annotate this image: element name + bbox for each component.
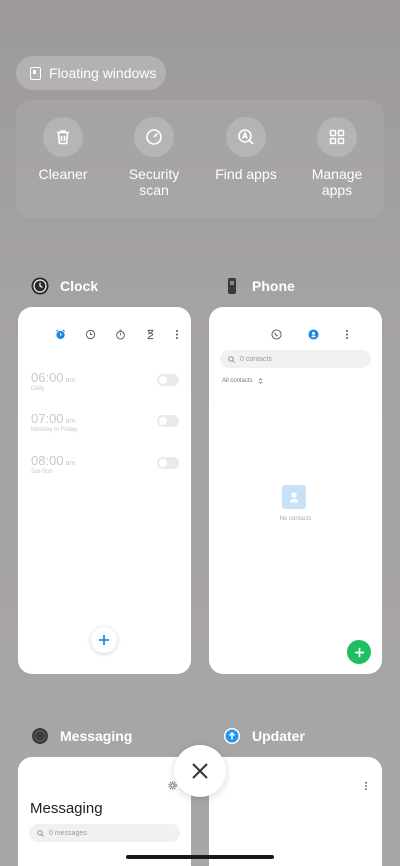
messaging-app-card[interactable]: Messaging 0 messages bbox=[18, 757, 191, 866]
alarm-row[interactable]: 07:00 am Monday to Friday bbox=[31, 411, 179, 441]
alarm-ampm: am bbox=[65, 460, 76, 467]
clock-app-card[interactable]: 06:00 am Daily 07:00 am Monday to Friday 0… bbox=[18, 307, 191, 674]
floating-windows-label: Floating windows bbox=[49, 65, 157, 81]
empty-contacts-illustration bbox=[282, 485, 306, 509]
stopwatch-tab-icon[interactable] bbox=[115, 329, 126, 340]
home-indicator[interactable] bbox=[126, 855, 274, 859]
quick-tools-panel: Cleaner Security scan Find apps Manage a… bbox=[16, 100, 384, 218]
alarm-repeat: Sat-Sun bbox=[31, 469, 53, 475]
close-all-button[interactable] bbox=[174, 745, 226, 797]
plus-icon bbox=[354, 647, 364, 657]
manage-apps-icon bbox=[317, 117, 357, 157]
close-icon bbox=[192, 763, 208, 779]
clock-app-icon bbox=[30, 276, 50, 296]
alarm-repeat: Daily bbox=[31, 386, 45, 392]
contacts-search-input[interactable]: 0 contacts bbox=[220, 350, 371, 368]
plus-icon bbox=[99, 635, 109, 645]
search-icon bbox=[37, 829, 44, 837]
alarm-repeat: Monday to Friday bbox=[31, 427, 78, 433]
alarm-toggle[interactable] bbox=[157, 415, 179, 427]
alarm-toggle[interactable] bbox=[157, 457, 179, 469]
contacts-search-placeholder: 0 contacts bbox=[240, 355, 272, 363]
find-apps-button[interactable]: Find apps bbox=[200, 117, 292, 182]
security-label-1: Security bbox=[128, 166, 180, 182]
alarm-time: 08:00 bbox=[31, 453, 64, 468]
no-contacts-text: No contacts bbox=[279, 516, 312, 522]
contacts-filter-dropdown[interactable]: All contacts bbox=[222, 378, 263, 384]
contact-card-icon bbox=[289, 492, 299, 503]
messaging-title: Messaging bbox=[30, 800, 103, 817]
alarm-ampm: am bbox=[65, 418, 76, 425]
security-label-2: scan bbox=[139, 182, 169, 198]
phone-app-name: Phone bbox=[252, 278, 295, 294]
find-apps-label: Find apps bbox=[215, 166, 277, 182]
updater-app-card[interactable] bbox=[209, 757, 382, 866]
timer-tab-icon[interactable] bbox=[145, 329, 156, 340]
alarm-row[interactable]: 08:00 am Sat-Sun bbox=[31, 453, 179, 483]
security-scan-icon bbox=[134, 117, 174, 157]
updater-app-name: Updater bbox=[252, 728, 305, 744]
search-icon bbox=[228, 355, 235, 363]
sort-icon bbox=[258, 378, 262, 384]
updater-app-header[interactable]: Updater bbox=[222, 726, 305, 746]
cleaner-button[interactable]: Cleaner bbox=[17, 117, 109, 182]
manage-apps-label-1: Manage bbox=[311, 166, 363, 182]
alarm-ampm: am bbox=[65, 377, 76, 384]
phone-app-card[interactable]: 0 contacts All contacts No contacts bbox=[209, 307, 382, 674]
alarm-time: 06:00 bbox=[31, 370, 64, 385]
more-options-icon[interactable] bbox=[364, 781, 368, 791]
floating-windows-button[interactable]: Floating windows bbox=[16, 56, 166, 90]
security-scan-button[interactable]: Security scan bbox=[108, 117, 200, 198]
messages-search-placeholder: 0 messages bbox=[49, 829, 87, 837]
manage-apps-label-2: apps bbox=[321, 182, 353, 198]
add-contact-button[interactable] bbox=[347, 640, 371, 664]
alarm-tab-icon[interactable] bbox=[55, 329, 66, 340]
world-clock-tab-icon[interactable] bbox=[85, 329, 96, 340]
more-options-icon[interactable] bbox=[345, 329, 349, 340]
manage-apps-button[interactable]: Manage apps bbox=[291, 117, 383, 198]
alarm-toggle[interactable] bbox=[157, 374, 179, 386]
alarm-time: 07:00 bbox=[31, 411, 64, 426]
more-options-icon[interactable] bbox=[175, 329, 179, 340]
contacts-tab-icon[interactable] bbox=[308, 329, 319, 340]
phone-app-header[interactable]: Phone bbox=[222, 276, 295, 296]
cleaner-label: Cleaner bbox=[38, 166, 88, 182]
messaging-app-name: Messaging bbox=[60, 728, 133, 744]
find-apps-icon bbox=[226, 117, 266, 157]
clock-app-name: Clock bbox=[60, 278, 99, 294]
floating-window-icon bbox=[30, 66, 41, 80]
clock-app-header[interactable]: Clock bbox=[30, 276, 98, 296]
messaging-app-header[interactable]: Messaging bbox=[30, 726, 132, 746]
phone-app-icon bbox=[222, 276, 242, 296]
alarm-row[interactable]: 06:00 am Daily bbox=[31, 370, 179, 400]
recents-tab-icon[interactable] bbox=[271, 329, 282, 340]
updater-app-icon bbox=[222, 726, 242, 746]
trash-icon bbox=[43, 117, 83, 157]
messaging-app-icon bbox=[30, 726, 50, 746]
add-alarm-button[interactable] bbox=[91, 627, 117, 653]
messages-search-input[interactable]: 0 messages bbox=[29, 824, 180, 842]
contacts-filter-label: All contacts bbox=[222, 378, 253, 384]
